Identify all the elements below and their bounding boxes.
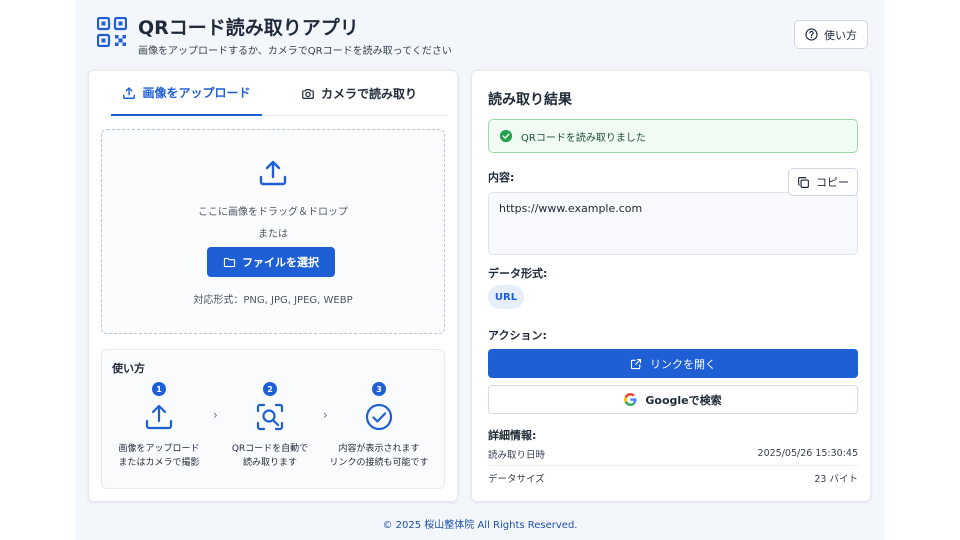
- upload-icon: [259, 160, 287, 186]
- action-label: アクション:: [488, 329, 547, 342]
- content-value-box[interactable]: https://www.example.com: [488, 192, 858, 255]
- step-text-line2: 読み取ります: [242, 458, 297, 468]
- success-message: QRコードを読み取りました: [521, 132, 646, 144]
- step-text-line2: リンクの接続も可能です: [329, 458, 429, 468]
- detail-key: データサイズ: [488, 474, 545, 485]
- content-label: 内容:: [488, 171, 515, 184]
- content-value: https://www.example.com: [499, 202, 643, 215]
- howto-panel: 使い方 1 画像をアップロード またはカメラで撮影 › 2 QRコードを自動で …: [101, 349, 445, 489]
- footer-copyright: © 2025 桜山整体院 All Rights Reserved.: [382, 520, 578, 531]
- check-circle-icon: [365, 403, 393, 431]
- result-title: 読み取り結果: [488, 92, 572, 108]
- dropzone-instruction: ここに画像をドラッグ＆ドロップ: [198, 207, 348, 218]
- detail-value: 23 バイト: [814, 474, 858, 485]
- google-search-label: Googleで検索: [645, 393, 722, 407]
- tab-camera[interactable]: カメラで読み取り: [271, 71, 447, 116]
- detail-row-data-size: データサイズ 23 バイト: [488, 466, 858, 490]
- input-panel: 画像をアップロード カメラで読み取り ここに画像をドラッグ＆ドロップ または フ…: [88, 70, 458, 502]
- copy-button-label: コピー: [816, 176, 849, 189]
- help-button[interactable]: 使い方: [794, 20, 868, 49]
- result-panel: 読み取り結果 QRコードを読み取りました 内容: https://www.exa…: [471, 70, 871, 502]
- select-file-button[interactable]: ファイルを選択: [207, 247, 335, 277]
- step-text-line1: QRコードを自動で: [231, 444, 309, 454]
- format-label: データ形式:: [488, 267, 548, 280]
- step-text-line1: 内容が表示されます: [338, 444, 420, 454]
- success-alert: QRコードを読み取りました: [488, 119, 858, 153]
- qr-logo-icon: [97, 17, 127, 47]
- details-label: 詳細情報:: [488, 429, 537, 442]
- open-link-button[interactable]: リンクを開く: [488, 349, 858, 378]
- step-number: 1: [152, 382, 166, 396]
- detail-value: 2025/05/26 15:30:45: [757, 448, 858, 459]
- upload-dropzone[interactable]: ここに画像をドラッグ＆ドロップ または ファイルを選択 対応形式：PNG, JP…: [101, 129, 445, 334]
- google-search-button[interactable]: Googleで検索: [488, 385, 858, 414]
- detail-key: 読み取り日時: [488, 449, 546, 461]
- page-title: QRコード読み取りアプリ: [138, 17, 359, 39]
- detail-row-scan-time: 読み取り日時 2025/05/26 15:30:45: [488, 442, 858, 466]
- tab-camera-label: カメラで読み取り: [320, 87, 417, 101]
- google-icon: [624, 393, 637, 406]
- format-badge: URL: [488, 285, 524, 309]
- dropzone-or: または: [258, 229, 288, 240]
- howto-title: 使い方: [112, 362, 145, 375]
- chevron-right-icon: ›: [213, 408, 218, 422]
- tab-upload-label: 画像をアップロード: [142, 86, 251, 100]
- camera-icon: [302, 88, 314, 99]
- step-number: 2: [263, 382, 277, 396]
- tab-upload[interactable]: 画像をアップロード: [111, 71, 262, 116]
- help-button-label: 使い方: [824, 28, 857, 42]
- app-root: QRコード読み取りアプリ 画像をアップロードするか、カメラでQRコードを読み取っ…: [75, 0, 885, 540]
- step-text: 画像をアップロード またはカメラで撮影: [104, 442, 214, 470]
- copy-button[interactable]: コピー: [788, 168, 858, 196]
- scan-search-icon: [256, 403, 284, 431]
- step-text-line1: 画像をアップロード: [118, 444, 200, 454]
- step-text: 内容が表示されます リンクの接続も可能です: [324, 442, 434, 470]
- step-text: QRコードを自動で 読み取ります: [215, 442, 325, 470]
- input-tabs: 画像をアップロード カメラで読み取り: [111, 71, 447, 116]
- step-text-line2: またはカメラで撮影: [118, 458, 200, 468]
- copy-icon: [798, 176, 809, 188]
- check-circle-icon: [499, 129, 513, 143]
- chevron-right-icon: ›: [323, 408, 328, 422]
- select-file-label: ファイルを選択: [242, 256, 319, 269]
- step-number: 3: [372, 382, 386, 396]
- folder-icon: [223, 257, 236, 267]
- upload-icon: [123, 86, 136, 99]
- external-link-icon: [630, 358, 642, 369]
- help-circle-icon: [805, 28, 818, 41]
- supported-formats: 対応形式：PNG, JPG, JPEG, WEBP: [193, 295, 353, 306]
- open-link-label: リンクを開く: [650, 357, 716, 371]
- page-subtitle: 画像をアップロードするか、カメラでQRコードを読み取ってください: [138, 46, 452, 57]
- upload-icon: [145, 404, 173, 430]
